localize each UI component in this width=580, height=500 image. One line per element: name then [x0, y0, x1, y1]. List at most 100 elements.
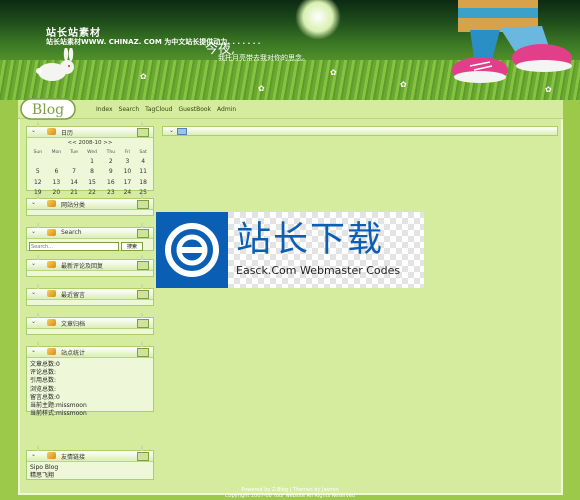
panel-header: ⌄ Search	[27, 228, 153, 239]
calendar-day[interactable]: 24	[120, 188, 136, 199]
calendar-day[interactable]: 8	[82, 167, 102, 178]
nav-admin[interactable]: Admin	[217, 106, 236, 113]
calendar-day[interactable]: 7	[66, 167, 82, 178]
tag-icon	[177, 128, 187, 135]
nav-search[interactable]: Search	[119, 106, 140, 113]
pencil-icon	[47, 229, 56, 236]
calendar-day[interactable]: 20	[47, 188, 67, 199]
search-input[interactable]	[29, 242, 119, 251]
calendar-day[interactable]: 25	[135, 188, 151, 199]
panel-title: 最新评论及回复	[61, 263, 104, 270]
calendar-day[interactable]: 1	[82, 156, 102, 167]
panel-header: ⌄ 最新评论及回复	[27, 260, 153, 271]
calendar-day[interactable]: 18	[135, 177, 151, 188]
footer: Powered by Z-Blog | Themes by Jasmin Cop…	[0, 487, 580, 499]
panel-title: 站点统计	[61, 350, 86, 357]
categories-panel: ⌄ 网站分类	[26, 194, 154, 216]
calendar-day[interactable]: 2	[102, 156, 119, 167]
calendar-day[interactable]: 22	[82, 188, 102, 199]
calendar-day[interactable]: 13	[47, 177, 67, 188]
calendar-weekday: Fri	[124, 149, 131, 155]
blog-logo[interactable]: Blog	[20, 98, 76, 120]
collapse-arrow-icon[interactable]: ⌄	[31, 451, 36, 458]
calendar-day[interactable]: 10	[120, 167, 136, 178]
link-item[interactable]: 精思飞翔	[30, 472, 150, 480]
watermark-overlay: 站长下载 Easck.Com Webmaster Codes	[156, 212, 424, 288]
poem-line-2: 我托月亮带去我对你的思念。	[218, 54, 309, 62]
calendar-day[interactable]: 4	[135, 156, 151, 167]
calendar-day[interactable]: 16	[102, 177, 119, 188]
calendar-weekday: Thu	[106, 149, 116, 155]
calendar-week-row: 1234	[29, 156, 151, 167]
panel-title: 日历	[61, 130, 74, 137]
link-item[interactable]: Sipo Blog	[30, 464, 150, 472]
calendar-day[interactable]: 21	[66, 188, 82, 199]
minimize-icon[interactable]	[137, 261, 149, 270]
calendar-weekday: Tue	[70, 149, 78, 155]
nav-tagcloud[interactable]: TagCloud	[145, 106, 172, 113]
panel-title: 友情链接	[61, 454, 86, 461]
panel-header: ⌄ 网站分类	[27, 199, 153, 210]
calendar-weekday: Mon	[51, 149, 62, 155]
minimize-icon[interactable]	[137, 290, 149, 299]
calendar-day[interactable]: 5	[29, 167, 47, 178]
calendar-panel: ⌄ 日历 << 2008-10 >> Sun Mon Tue Wed Thu Fri Sat…	[26, 122, 154, 207]
search-button[interactable]: 搜索	[121, 242, 143, 251]
panel-header: ⌄ 友情链接	[27, 451, 153, 462]
rabbit-icon	[36, 48, 74, 81]
daisy-icon: ✿	[330, 68, 337, 77]
collapse-arrow-icon[interactable]: ⌄	[31, 127, 36, 134]
collapse-arrow-icon[interactable]: ⌄	[31, 347, 36, 354]
collapse-arrow-icon[interactable]: ⌄	[31, 228, 36, 235]
stat-line: 浏览总数:	[30, 385, 57, 393]
calendar-day[interactable]: 9	[102, 167, 119, 178]
header-banner: ✿ ✿ ✿ ✿ ✿ 站长站素材 站长站素材WWW. CHINAZ. COM 为中…	[0, 0, 580, 100]
calendar-day[interactable]: 14	[66, 177, 82, 188]
stat-line: 文章总数:0	[30, 361, 60, 368]
stats-panel: ⌄ 站点统计 文章总数:0 评论总数: 引用总数: 浏览总数: 留言总数:0 当…	[26, 342, 154, 417]
stat-line: 当前主题:missmoon	[30, 402, 87, 410]
calendar-day[interactable]: 11	[135, 167, 151, 178]
pencil-icon	[47, 290, 56, 297]
panel-header: ⌄ 站点统计	[27, 347, 153, 358]
minimize-icon[interactable]	[137, 348, 149, 357]
minimize-icon[interactable]	[137, 128, 149, 137]
easck-logo-icon	[165, 223, 219, 277]
collapse-arrow-icon[interactable]: ⌄	[31, 260, 36, 267]
collapse-arrow-icon[interactable]: ⌄	[169, 127, 174, 134]
calendar-day[interactable]: 17	[120, 177, 136, 188]
search-panel: ⌄ Search 搜索	[26, 223, 154, 254]
main-navigation: Index Search TagCloud GuestBook Admin	[96, 106, 236, 113]
collapse-arrow-icon[interactable]: ⌄	[31, 199, 36, 206]
footer-copyright: Copyright 2007-08 Your website All Right…	[224, 493, 356, 499]
calendar-month-nav[interactable]: << 2008-10 >>	[29, 140, 151, 146]
calendar-day[interactable]: 23	[102, 188, 119, 199]
watermark-subtitle: Easck.Com Webmaster Codes	[236, 264, 401, 277]
calendar-day[interactable]: 6	[47, 167, 67, 178]
nav-index[interactable]: Index	[96, 106, 113, 113]
recent-comments-panel: ⌄ 最新评论及回复	[26, 255, 154, 277]
panel-title: 最近留言	[61, 292, 86, 299]
pencil-icon	[47, 319, 56, 326]
daisy-icon: ✿	[140, 72, 147, 81]
collapse-arrow-icon[interactable]: ⌄	[31, 289, 36, 296]
calendar-day[interactable]: 15	[82, 177, 102, 188]
calendar-week-row: 12 13 14 15 16 17 18	[29, 177, 151, 188]
calendar-weekday-row: Sun Mon Tue Wed Thu Fri Sat	[29, 148, 151, 156]
search-form: 搜索	[27, 239, 153, 254]
child-sneakers-illustration	[452, 0, 572, 83]
logo-text: Blog	[32, 102, 64, 118]
calendar-day	[66, 156, 82, 167]
links-panel: ⌄ 友情链接 Sipo Blog 精思飞翔	[26, 446, 154, 480]
sun-glow	[295, 0, 341, 40]
minimize-icon[interactable]	[137, 452, 149, 461]
calendar-day[interactable]: 3	[120, 156, 136, 167]
calendar-week-row: 5 6 7 8 9 10 11	[29, 167, 151, 178]
nav-guestbook[interactable]: GuestBook	[178, 106, 211, 113]
minimize-icon[interactable]	[137, 229, 149, 238]
calendar-day[interactable]: 12	[29, 177, 47, 188]
panel-title: Search	[61, 229, 82, 236]
minimize-icon[interactable]	[137, 200, 149, 209]
minimize-icon[interactable]	[137, 319, 149, 328]
collapse-arrow-icon[interactable]: ⌄	[31, 318, 36, 325]
